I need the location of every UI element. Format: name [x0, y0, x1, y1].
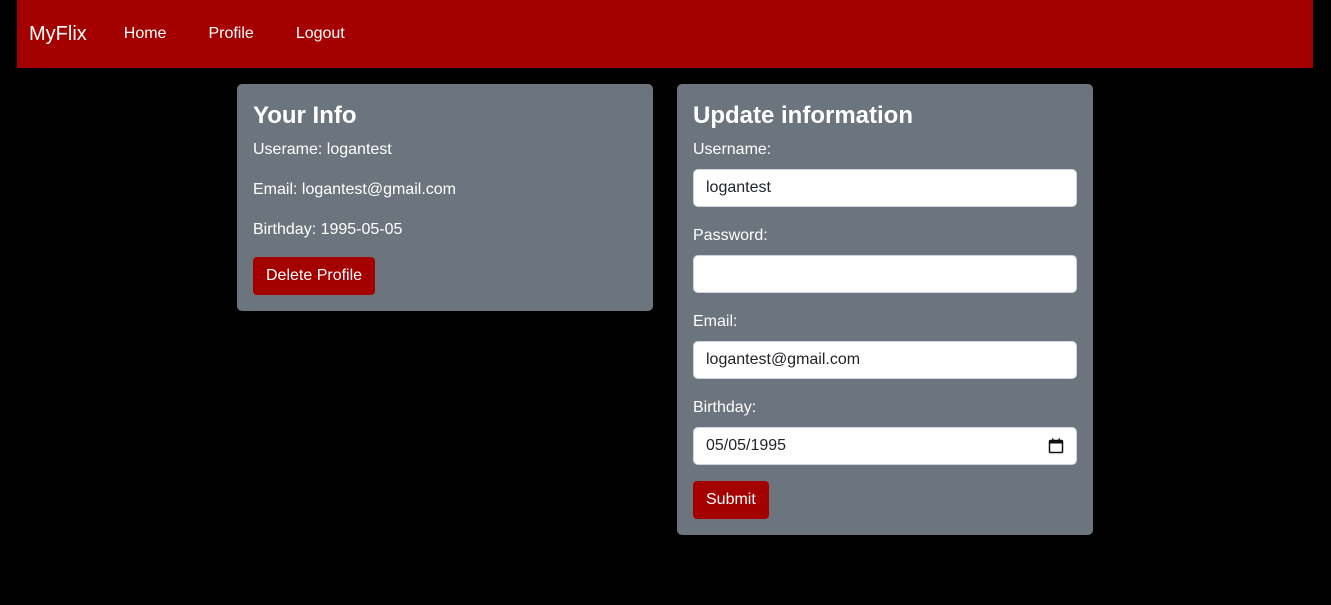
info-email: Email: logantest@gmail.com	[253, 181, 456, 198]
password-label: Password:	[693, 227, 768, 244]
email-input-value: logantest@gmail.com	[706, 351, 861, 368]
info-username: Userame: logantest	[253, 141, 392, 158]
birthday-date-input[interactable]: 05/05/1995	[693, 427, 1077, 465]
brand-logo[interactable]: MyFlix	[29, 23, 87, 46]
username-label: Username:	[693, 141, 772, 158]
username-input-value: logantest	[706, 179, 771, 196]
email-label: Email:	[693, 313, 738, 330]
submit-button[interactable]: Submit	[693, 481, 769, 519]
password-input[interactable]	[693, 255, 1077, 293]
your-info-title: Your Info	[253, 102, 357, 129]
nav-link-profile[interactable]: Profile	[208, 25, 253, 43]
delete-profile-button[interactable]: Delete Profile	[253, 257, 376, 295]
update-information-title: Update information	[693, 102, 913, 129]
username-input[interactable]: logantest	[693, 169, 1077, 207]
email-input[interactable]: logantest@gmail.com	[693, 341, 1077, 379]
update-information-card: Update information Username: logantest P…	[677, 84, 1093, 535]
nav-link-home[interactable]: Home	[124, 25, 167, 43]
calendar-icon[interactable]	[1048, 438, 1064, 454]
nav-link-logout[interactable]: Logout	[296, 25, 345, 43]
info-birthday: Birthday: 1995-05-05	[253, 221, 403, 238]
your-info-card: Your Info Userame: logantest Email: loga…	[237, 84, 653, 311]
birthday-input-value: 05/05/1995	[706, 437, 787, 454]
birthday-label: Birthday:	[693, 399, 757, 416]
top-navbar: MyFlix Home Profile Logout	[17, 0, 1313, 68]
